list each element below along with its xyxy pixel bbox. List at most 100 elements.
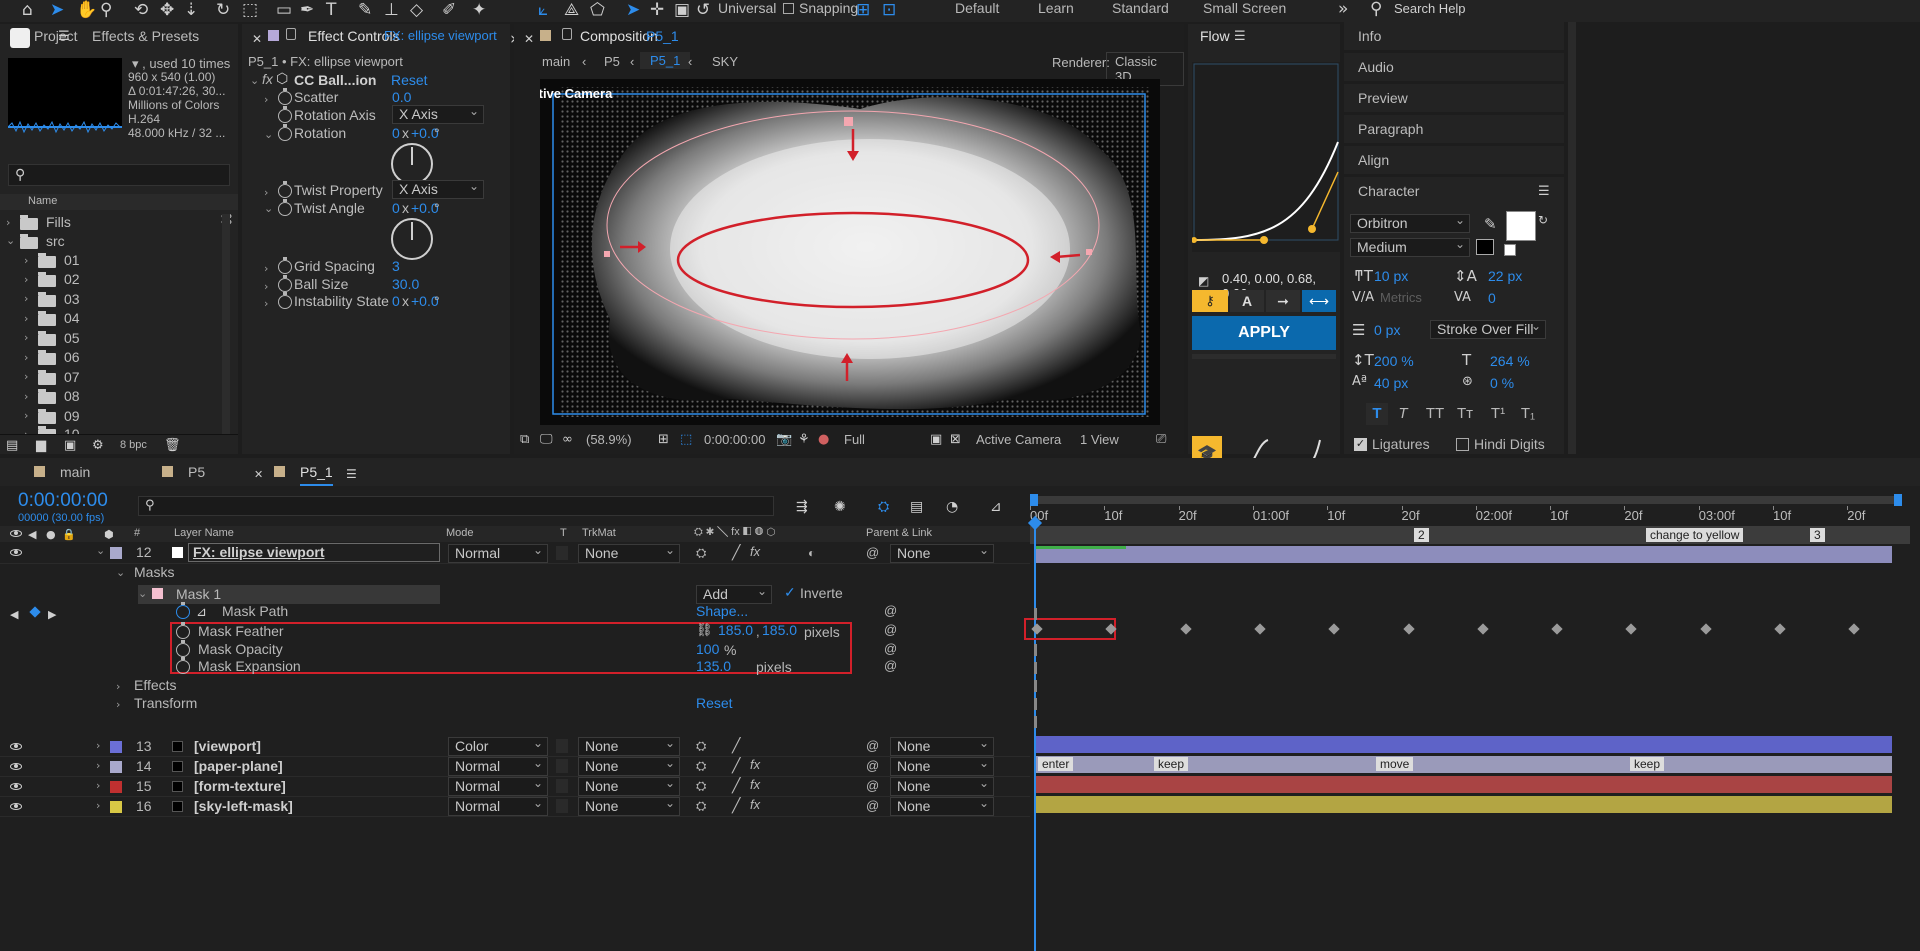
tracking-value[interactable]: 0 [1488, 290, 1496, 306]
stopwatch-icon[interactable] [278, 124, 292, 141]
timeline-current-time[interactable]: 0:00:00:00 [18, 490, 108, 512]
twist-angle-dial[interactable] [391, 218, 433, 260]
col-mode[interactable]: Mode [446, 527, 474, 539]
track-matte-dropdown[interactable]: None [578, 542, 680, 563]
eyedropper-icon[interactable]: ✎ [1484, 215, 1497, 233]
axis-local-icon[interactable]: ⟀ [538, 1, 548, 19]
layer-row-13[interactable]: › 13 [viewport] Color None ⛭ ╱ @ None [0, 735, 1030, 757]
selection-tool-icon[interactable]: ➤ [50, 1, 64, 19]
marker-3[interactable]: 3 [1810, 528, 1825, 542]
stopwatch-icon[interactable] [278, 199, 292, 216]
breadcrumb-sky[interactable]: SKY [712, 54, 738, 69]
workspace-learn[interactable]: Learn [1038, 0, 1074, 16]
pickwhip-icon[interactable]: @ [884, 658, 897, 673]
axis-view-icon[interactable]: ⬠ [590, 1, 605, 19]
hand-tool-icon[interactable]: ✋ [76, 1, 97, 19]
project-item[interactable]: 03 [64, 291, 80, 307]
pointer-icon[interactable]: ➤ [626, 1, 640, 19]
quality-icon[interactable]: ╱ [732, 797, 740, 814]
superscript-button[interactable]: T¹ [1486, 403, 1510, 425]
parent-dropdown[interactable]: None [890, 735, 994, 756]
mask-1-name[interactable]: Mask 1 [176, 586, 221, 602]
stroke-color-swatch[interactable] [1476, 239, 1494, 255]
lock-icon[interactable] [562, 28, 572, 40]
effects-group[interactable]: Effects [134, 677, 177, 693]
text-mode-icon[interactable]: A [1230, 290, 1264, 312]
faux-italic-button[interactable]: T [1392, 403, 1414, 425]
pickwhip-icon[interactable]: @ [884, 622, 897, 637]
mask-mode-dropdown[interactable]: Add [696, 583, 772, 604]
keyframe[interactable] [1848, 623, 1860, 635]
work-area-bar[interactable] [1030, 496, 1894, 504]
layer-row-12[interactable]: ⌄ 12 FX: ellipse viewport Normal None ⛭ … [0, 542, 1030, 564]
grid-icon[interactable]: ⊞ [658, 431, 669, 449]
close-icon[interactable]: ✕ [254, 466, 263, 484]
color-channel-icon[interactable]: ● [818, 431, 829, 449]
font-family-dropdown[interactable]: Orbitron [1350, 212, 1470, 233]
double-arrow-icon[interactable]: ⟷ [1302, 290, 1336, 312]
preserve-transparency[interactable] [556, 759, 568, 773]
anchor-tool-icon[interactable]: ⬚ [242, 1, 258, 19]
project-item[interactable]: 08 [64, 388, 80, 404]
transparency-grid-icon[interactable]: ⊠ [950, 431, 961, 449]
shy-icon[interactable]: ⛭ [696, 758, 706, 774]
roto-tool-icon[interactable]: ✐ [442, 1, 456, 19]
brush-tool-icon[interactable]: ✎ [358, 1, 372, 19]
transform-reset[interactable]: Reset [696, 695, 733, 711]
video-icon[interactable] [10, 530, 22, 537]
mask-path-value[interactable]: Shape... [696, 603, 748, 619]
rotation-dial[interactable] [391, 143, 433, 185]
flow-divider[interactable] [1192, 354, 1336, 359]
snapping-checkbox[interactable] [783, 3, 794, 14]
pickwhip-icon[interactable]: @ [866, 798, 879, 813]
stopwatch-icon[interactable] [278, 88, 292, 105]
col-t[interactable]: T [560, 527, 567, 539]
info-panel[interactable]: Info [1344, 22, 1564, 50]
project-item[interactable]: 09 [64, 408, 80, 424]
search-help-field[interactable]: Search Help [1394, 1, 1466, 16]
mask-visibility-icon[interactable]: ∞ [562, 431, 573, 449]
prev-keyframe-icon[interactable]: ◀ [10, 606, 18, 624]
undo-icon[interactable]: ↺ [696, 1, 710, 19]
pickwhip-icon[interactable]: @ [866, 545, 879, 560]
project-search-input[interactable]: ⚲ [8, 164, 230, 186]
resolution-dropdown[interactable]: Full [844, 432, 920, 447]
quality-icon[interactable]: ╱ [732, 544, 740, 561]
frame-blend-icon[interactable]: ▤ [910, 498, 923, 516]
stopwatch-active-icon[interactable] [176, 602, 190, 619]
new-composition-icon[interactable]: ▣ [64, 437, 76, 455]
snapshot-icon[interactable]: 📷 [776, 431, 792, 449]
blend-mode-dropdown[interactable]: Normal [448, 542, 548, 563]
workspace-standard[interactable]: Standard [1112, 0, 1169, 16]
parent-dropdown[interactable]: None [890, 775, 994, 796]
layer-name[interactable]: [sky-left-mask] [194, 798, 293, 814]
stopwatch-icon[interactable] [176, 657, 190, 674]
monitor-icon[interactable]: 🖵 [540, 431, 553, 449]
hindi-digits-checkbox[interactable] [1456, 438, 1469, 451]
project-item[interactable]: 02 [64, 271, 80, 287]
toggle-3d-icon[interactable]: ⎚ [1156, 431, 1166, 449]
universal-label[interactable]: Universal [718, 0, 776, 16]
instability-revolutions[interactable]: 0 [392, 293, 400, 309]
blend-mode-dropdown[interactable]: Normal [448, 755, 548, 776]
key-icon[interactable]: ⚷ [1192, 290, 1228, 312]
col-number[interactable]: # [134, 527, 140, 539]
stopwatch-icon[interactable] [278, 181, 292, 198]
trash-icon[interactable]: 🗑 [164, 437, 181, 455]
curve-editor-icon[interactable]: ◩ [1198, 272, 1209, 290]
shy-icon[interactable]: ⛭ [696, 738, 706, 754]
kerning-value[interactable]: Metrics [1380, 290, 1422, 305]
draft-3d-icon[interactable]: ✺ [834, 498, 846, 516]
tab-p5-1[interactable]: P5_1 [300, 464, 333, 486]
marker-change-to-yellow[interactable]: change to yellow [1646, 528, 1744, 542]
shy-icon[interactable]: ⛭ [696, 545, 706, 561]
rotation-axis-dropdown[interactable]: X Axis [392, 103, 484, 124]
all-caps-button[interactable]: TT [1422, 403, 1448, 425]
bpc-label[interactable]: 8 bpc [120, 439, 147, 451]
paragraph-panel[interactable]: Paragraph [1344, 115, 1564, 143]
project-item[interactable]: 04 [64, 310, 80, 326]
timeline-search-input[interactable]: ⚲ [138, 496, 774, 516]
axis-world-icon[interactable]: ⟁ [564, 1, 579, 19]
work-area-end[interactable] [1894, 494, 1902, 506]
graph-editor-icon[interactable]: ⊿ [990, 498, 1002, 516]
